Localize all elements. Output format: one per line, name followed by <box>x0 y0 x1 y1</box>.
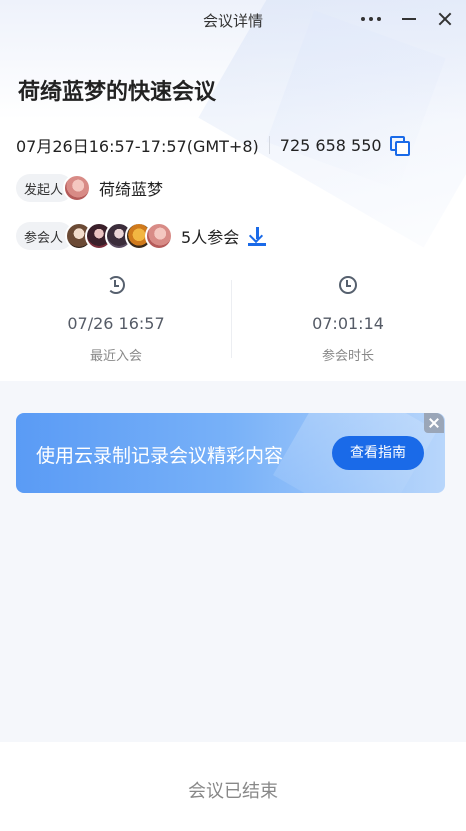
download-icon-base <box>248 243 267 246</box>
footer: 会议已结束 <box>0 742 466 831</box>
duration-value: 07:01:14 <box>312 314 384 333</box>
history-clock-face <box>107 276 125 294</box>
meeting-stats: 07/26 16:57 最近入会 07:01:14 参会时长 <box>0 270 466 366</box>
more-options-button[interactable] <box>360 8 382 30</box>
host-avatar <box>63 174 92 202</box>
window-title: 会议详情 <box>202 12 263 30</box>
clock-icon <box>338 276 358 296</box>
cloud-recording-banner: 使用云录制记录会议精彩内容 查看指南 <box>16 413 445 493</box>
more-horizontal-icon-dot <box>369 17 373 21</box>
host-name: 荷绮蓝梦 <box>99 180 164 199</box>
minimize-button[interactable] <box>398 8 420 30</box>
recent-join-label: 最近入会 <box>89 349 142 364</box>
recent-join-value: 07/26 16:57 <box>67 314 165 333</box>
more-horizontal-icon <box>361 17 365 21</box>
duration-label: 参会时长 <box>321 349 374 364</box>
banner-close-button[interactable] <box>424 413 444 433</box>
view-guide-button[interactable]: 查看指南 <box>332 436 424 470</box>
copy-icon[interactable] <box>389 136 410 156</box>
banner-text: 使用云录制记录会议精彩内容 <box>36 445 284 467</box>
close-button[interactable] <box>434 8 456 30</box>
title-bar: 会议详情 <box>0 0 466 38</box>
download-icon-head <box>249 228 264 244</box>
meeting-time: 07月26日16:57-17:57(GMT+8) <box>16 137 259 156</box>
clock-face <box>339 276 357 294</box>
meeting-time-row: 07月26日16:57-17:57(GMT+8) 725 658 550 <box>16 134 410 156</box>
meeting-title: 荷绮蓝梦的快速会议 <box>18 80 217 105</box>
meeting-id: 725 658 550 <box>279 135 382 155</box>
participants-row: 参会人 5人参会 <box>16 222 267 250</box>
more-horizontal-icon-dot <box>377 17 381 21</box>
duration-stat: 07:01:14 参会时长 <box>232 270 464 366</box>
download-icon[interactable] <box>247 226 267 246</box>
participant-count[interactable]: 5人参会 <box>181 224 239 248</box>
meeting-details-panel: 会议详情 荷绮蓝梦的快速会议 07月26日16:57-17:57(GMT+8) … <box>0 0 466 381</box>
divider <box>268 136 270 154</box>
recent-join-stat: 07/26 16:57 最近入会 <box>0 270 232 366</box>
history-icon <box>106 276 126 296</box>
participant-avatar[interactable] <box>145 222 174 250</box>
meeting-ended-status: 会议已结束 <box>188 781 278 802</box>
host-row: 发起人 荷绮蓝梦 <box>16 174 163 202</box>
